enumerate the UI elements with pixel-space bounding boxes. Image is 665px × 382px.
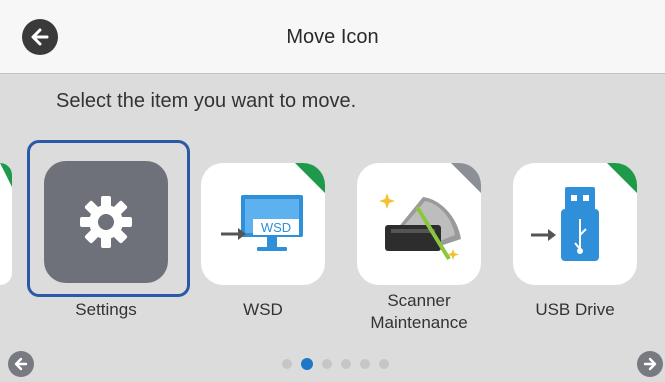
svg-text:WSD: WSD — [261, 220, 291, 235]
page-indicator — [282, 358, 389, 370]
page-dot-active — [301, 358, 313, 370]
usb-drive-tile[interactable] — [513, 163, 637, 285]
scanner-maintenance-tile[interactable] — [357, 163, 481, 285]
page-dot — [360, 359, 370, 369]
settings-tile[interactable] — [44, 161, 168, 283]
scanner-maintenance-corner-marker — [451, 163, 481, 193]
wsd-corner-marker — [295, 163, 325, 193]
scanner-maintenance-label-line2: Maintenance — [370, 313, 468, 332]
page-dot — [341, 359, 351, 369]
back-arrow-icon — [31, 28, 49, 46]
gear-icon — [80, 196, 132, 248]
page-dot — [322, 359, 332, 369]
next-page-arrow-icon — [643, 357, 657, 371]
scanner-maintenance-label: Scanner Maintenance — [344, 290, 494, 334]
page-dot — [282, 359, 292, 369]
title-bar: Move Icon — [0, 0, 665, 74]
scanner-maintenance-label-line1: Scanner — [387, 291, 451, 310]
instruction-text: Select the item you want to move. — [56, 90, 357, 112]
prev-page-arrow-icon — [14, 357, 28, 371]
usb-drive-label: USB Drive — [535, 300, 615, 319]
settings-label: Settings — [75, 300, 137, 319]
page-title: Move Icon — [286, 25, 379, 48]
page-dot — [379, 359, 389, 369]
partial-tile[interactable] — [0, 163, 12, 285]
wsd-label: WSD — [243, 300, 283, 319]
prev-page-button[interactable] — [8, 351, 34, 377]
tile-corner-marker — [0, 163, 12, 187]
back-button[interactable] — [22, 19, 58, 55]
usb-drive-corner-marker — [607, 163, 637, 193]
wsd-tile[interactable]: WSD — [201, 163, 325, 285]
next-page-button[interactable] — [637, 351, 663, 377]
